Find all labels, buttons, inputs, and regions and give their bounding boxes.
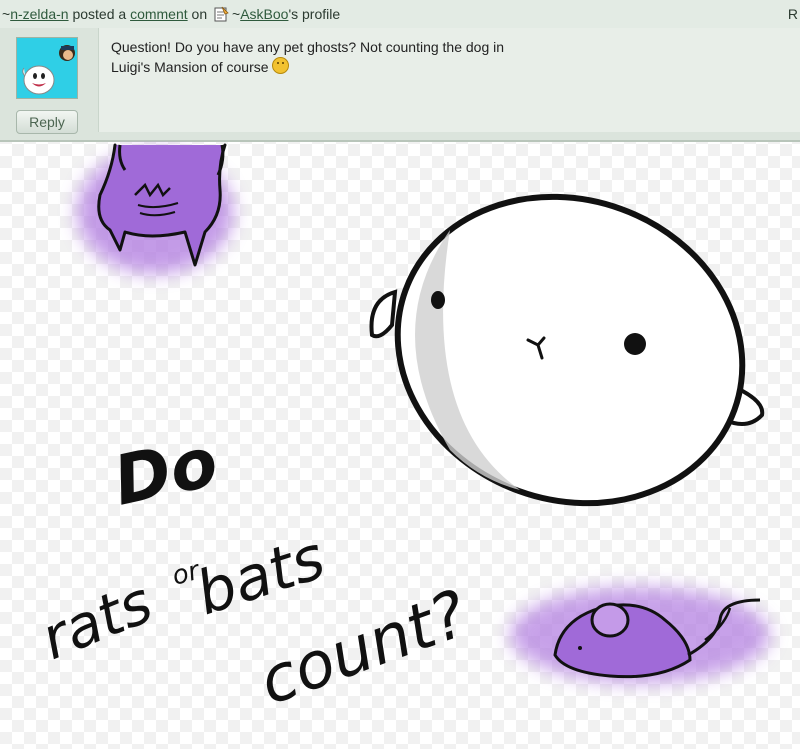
profile-owner-link[interactable]: AskBoo [240, 6, 288, 22]
word-rats: rats [32, 568, 162, 673]
comment-link[interactable]: comment [130, 6, 188, 22]
comment-box: Question! Do you have any pet ghosts? No… [0, 28, 800, 142]
note-icon [213, 3, 229, 22]
commenter-link[interactable]: n-zelda-n [10, 6, 68, 22]
comment-line-2: Luigi's Mansion of course [111, 59, 269, 75]
avatar[interactable] [16, 37, 78, 99]
tilde: ~ [2, 6, 11, 22]
sketch-illustration: Do rats or bats count? [32, 143, 770, 720]
smiley-icon [272, 57, 290, 74]
posted-text: posted a [68, 6, 131, 22]
comment-text: Question! Do you have any pet ghosts? No… [111, 38, 671, 77]
comment-header: ~n-zelda-n posted a comment on ~AskBoo's… [0, 0, 800, 29]
word-bats: bats [188, 523, 333, 630]
handwritten-text: Do rats or bats count? [32, 423, 477, 720]
mouse-sketch [510, 587, 770, 683]
boo-sketch [369, 193, 765, 507]
drawing-canvas: Do rats or bats count? [0, 141, 800, 744]
word-do: Do [107, 423, 224, 522]
tilde: ~ [232, 6, 241, 22]
clipped-text: R [787, 6, 798, 22]
comment-bubble: Question! Do you have any pet ghosts? No… [98, 28, 800, 132]
on-text: on [187, 6, 211, 22]
boo-ghost-icon [17, 38, 77, 98]
comment-line-1: Question! Do you have any pet ghosts? No… [111, 39, 505, 55]
reply-button[interactable]: Reply [16, 110, 78, 134]
profile-suffix: 's profile [288, 6, 341, 22]
bat-sketch [77, 143, 233, 274]
